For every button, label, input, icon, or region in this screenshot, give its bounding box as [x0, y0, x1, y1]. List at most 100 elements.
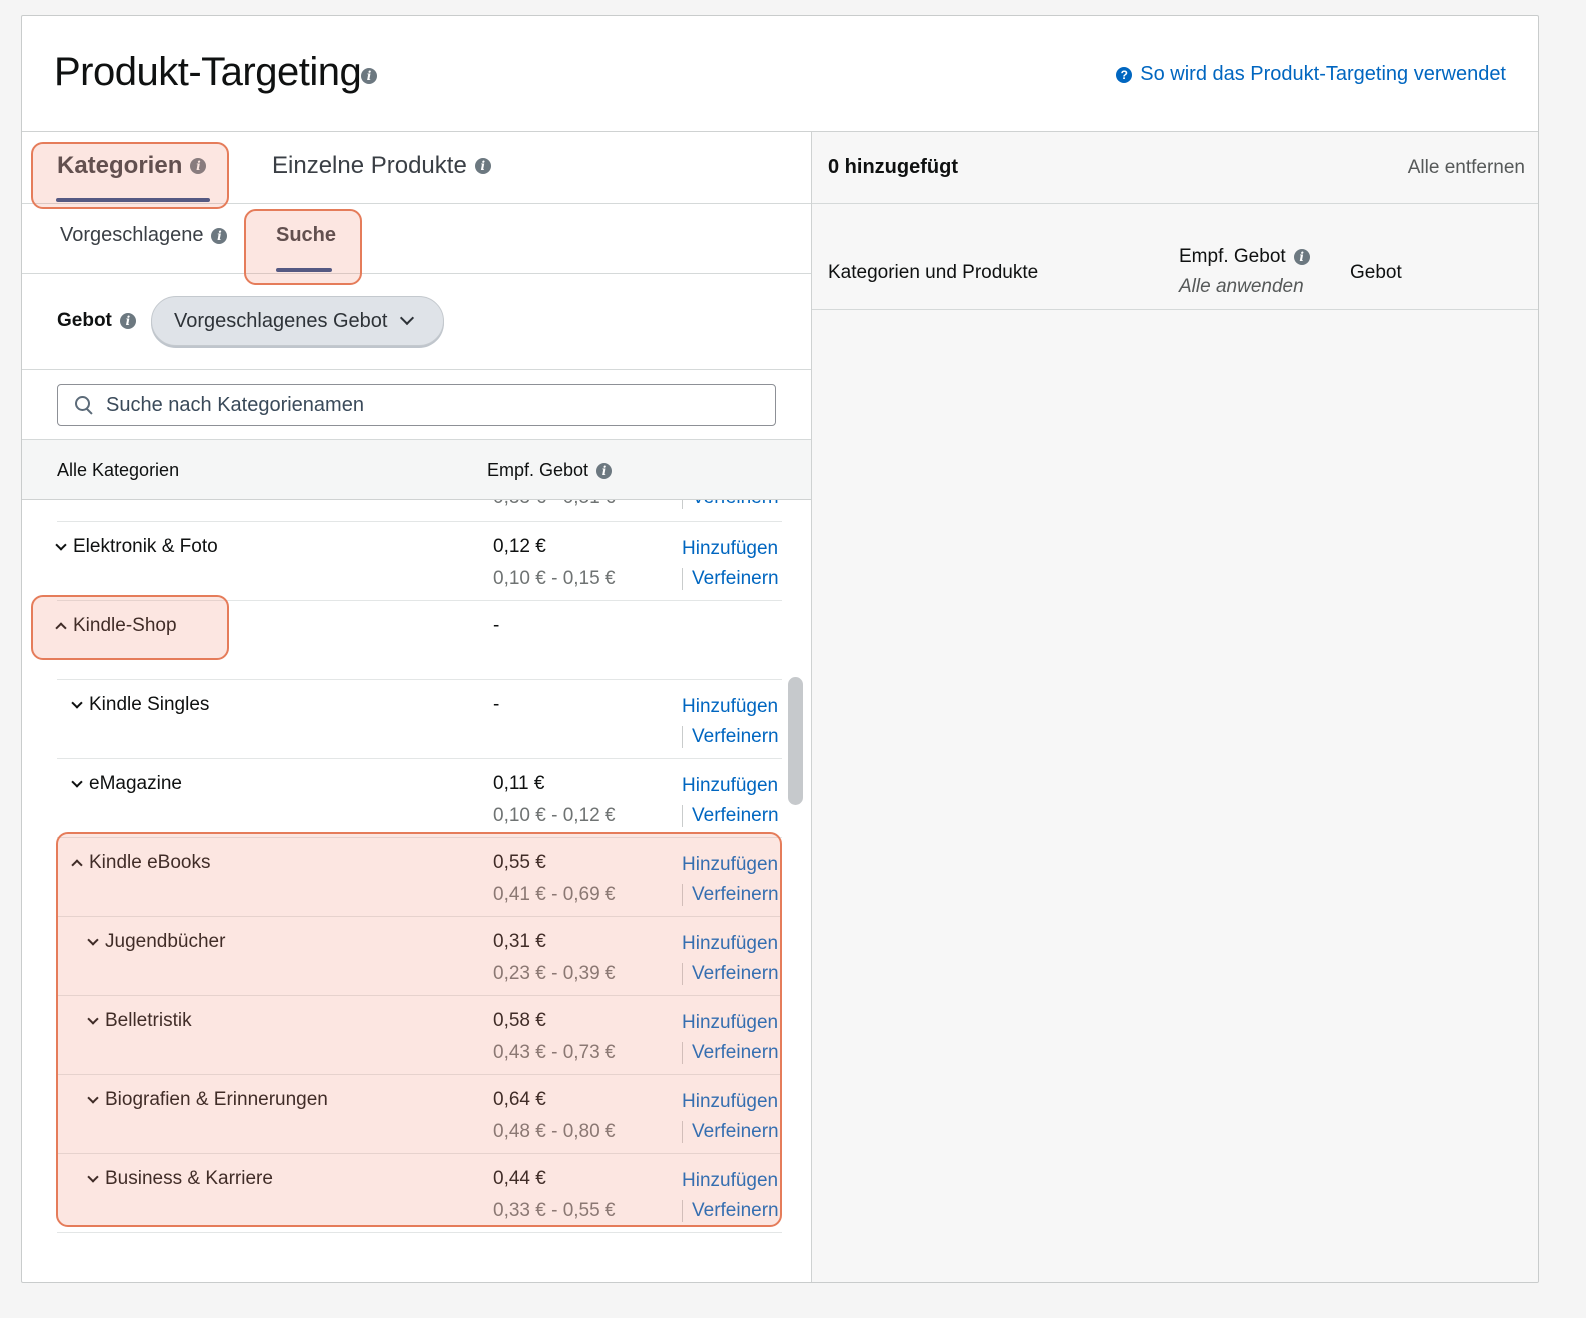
suggested-bid: 0,64 € — [493, 1089, 546, 1110]
refine-link[interactable]: Verfeinern — [682, 1200, 779, 1222]
bid-label-text: Gebot — [57, 310, 112, 331]
category-toggle[interactable]: Jugendbücher — [87, 931, 225, 953]
bid-range: 0,33 € - 0,55 € — [493, 1200, 616, 1221]
bid-range: 0,41 € - 0,69 € — [493, 884, 616, 905]
chevron-down-icon — [87, 1092, 99, 1104]
add-link[interactable]: Hinzufügen — [682, 933, 778, 955]
tab-label: Einzelne Produkte — [272, 152, 467, 179]
chevron-down-icon — [87, 934, 99, 946]
add-link[interactable]: Hinzufügen — [682, 696, 778, 718]
suggested-bid: 0,11 € — [493, 773, 545, 794]
bid-type-dropdown[interactable]: Vorgeschlagenes Gebot — [151, 296, 444, 346]
category-toggle[interactable]: Belletristik — [87, 1010, 192, 1032]
add-link[interactable]: Hinzufügen — [682, 1012, 778, 1034]
info-icon[interactable]: i — [190, 158, 207, 174]
category-toggle[interactable]: Elektronik & Foto — [55, 536, 218, 558]
tab-einzelne-produkte[interactable]: Einzelne Produkte i — [272, 152, 491, 180]
category-toggle[interactable]: Biografien & Erinnerungen — [87, 1089, 328, 1111]
bid-range: 0,10 € - 0,15 € — [493, 568, 616, 589]
help-link-label: So wird das Produkt-Targeting verwendet — [1140, 63, 1506, 85]
category-search-input[interactable]: Suche nach Kategorienamen — [57, 384, 776, 426]
info-icon[interactable]: i — [211, 227, 228, 244]
table-row: eMagazine 0,11 € 0,10 € - 0,12 € Hinzufü… — [57, 758, 782, 837]
add-link[interactable]: Hinzufügen — [682, 1170, 778, 1192]
category-name: Kindle Singles — [89, 694, 210, 715]
active-tab-indicator — [56, 198, 210, 202]
refine-link[interactable]: Verfeinern — [682, 805, 779, 827]
refine-link[interactable]: Verfeinern — [682, 568, 779, 590]
category-name: Belletristik — [105, 1010, 192, 1031]
help-link[interactable]: ? So wird das Produkt-Targeting verwende… — [1116, 63, 1506, 86]
category-name: Kindle-Shop — [73, 615, 177, 636]
info-icon[interactable]: i — [596, 462, 613, 479]
bid-range: 0,48 € - 0,80 € — [493, 1121, 616, 1142]
category-toggle[interactable]: Kindle Singles — [71, 694, 210, 716]
info-icon[interactable]: i — [361, 68, 377, 84]
category-name: Kindle eBooks — [89, 852, 211, 873]
remove-all-button[interactable]: Alle entfernen — [1408, 157, 1525, 179]
category-toggle[interactable]: Business & Karriere — [87, 1168, 273, 1190]
category-table-header: Alle Kategorien Empf. Gebot i — [22, 440, 811, 500]
active-subtab-indicator — [276, 268, 332, 272]
chevron-down-icon — [71, 776, 83, 788]
category-list[interactable]: 0,33 € - 0,51 € Verfeinern Elektronik & … — [22, 500, 782, 1252]
add-link[interactable]: Hinzufügen — [682, 1091, 778, 1113]
help-icon: ? — [1116, 66, 1133, 83]
chevron-down-icon — [399, 310, 414, 326]
refine-link[interactable]: Verfeinern — [682, 1121, 779, 1143]
table-row — [57, 1232, 782, 1252]
suggested-bid: 0,31 € — [493, 931, 546, 952]
column-header-items: Kategorien und Produkte — [828, 262, 1039, 283]
add-link[interactable]: Hinzufügen — [682, 854, 778, 876]
add-link[interactable]: Hinzufügen — [682, 538, 778, 560]
column-header-label: Empf. Gebot — [487, 460, 589, 480]
info-icon[interactable]: i — [119, 313, 136, 329]
category-name: Elektronik & Foto — [73, 536, 218, 557]
refine-link[interactable]: Verfeinern — [682, 884, 779, 906]
selected-header: 0 hinzugefügt Alle entfernen — [812, 132, 1538, 204]
chevron-up-icon — [71, 859, 83, 871]
refine-link[interactable]: Verfeinern — [682, 726, 779, 748]
refine-link[interactable]: Verfeinern — [682, 500, 779, 509]
list-scrollbar[interactable] — [788, 677, 803, 805]
subtab-label: Vorgeschlagene — [60, 224, 204, 246]
suggested-bid: 0,55 € — [493, 852, 546, 873]
refine-link[interactable]: Verfeinern — [682, 1042, 779, 1064]
bid-range: 0,10 € - 0,12 € — [493, 805, 616, 826]
page-title: Produkt-Targeting — [54, 50, 362, 94]
column-header-label: Empf. Gebot — [1179, 246, 1286, 267]
category-toggle[interactable]: eMagazine — [71, 773, 182, 795]
table-row: Belletristik 0,58 € 0,43 € - 0,73 € Hinz… — [57, 995, 782, 1074]
card-header: Produkt-Targeting i ? So wird das Produk… — [22, 16, 1538, 132]
table-row: Biografien & Erinnerungen 0,64 € 0,48 € … — [57, 1074, 782, 1153]
refine-link[interactable]: Verfeinern — [682, 963, 779, 985]
table-row: Kindle Singles - Hinzufügen Verfeinern — [57, 679, 782, 758]
subtab-suche[interactable]: Suche — [276, 224, 336, 247]
search-placeholder: Suche nach Kategorienamen — [106, 393, 364, 416]
info-icon[interactable]: i — [1293, 249, 1310, 265]
bid-settings-row: Gebot i Vorgeschlagenes Gebot — [22, 274, 811, 370]
category-toggle[interactable]: Kindle eBooks — [71, 852, 211, 874]
chevron-down-icon — [87, 1013, 99, 1025]
bid-label: Gebot i — [57, 310, 136, 332]
suggested-bid: 0,44 € — [493, 1168, 546, 1189]
column-header-suggested-bid: Empf. Gebot i — [1179, 246, 1310, 268]
category-selection-pane: Kategorien i Einzelne Produkte i Vorgesc… — [22, 132, 811, 1282]
bid-range: 0,43 € - 0,73 € — [493, 1042, 616, 1063]
apply-all-link[interactable]: Alle anwenden — [1179, 276, 1304, 298]
category-toggle[interactable]: Kindle-Shop — [55, 615, 177, 637]
chevron-up-icon — [55, 622, 67, 634]
table-row: Elektronik & Foto 0,12 € 0,10 € - 0,15 €… — [55, 521, 782, 600]
table-row: Business & Karriere 0,44 € 0,33 € - 0,55… — [57, 1153, 782, 1232]
column-header-suggested-bid: Empf. Gebot i — [487, 460, 613, 481]
tab-kategorien[interactable]: Kategorien i — [57, 152, 207, 180]
subtab-vorgeschlagene[interactable]: Vorgeschlagene i — [60, 224, 228, 247]
bid-range: 0,33 € - 0,51 € — [493, 500, 616, 509]
add-link[interactable]: Hinzufügen — [682, 775, 778, 797]
subtab-bar: Vorgeschlagene i Suche — [22, 204, 811, 274]
bid-range: 0,23 € - 0,39 € — [493, 963, 616, 984]
info-icon[interactable]: i — [474, 158, 491, 174]
bid-type-value: Vorgeschlagenes Gebot — [174, 309, 388, 332]
category-name: eMagazine — [89, 773, 182, 794]
product-targeting-card: Produkt-Targeting i ? So wird das Produk… — [21, 15, 1539, 1283]
